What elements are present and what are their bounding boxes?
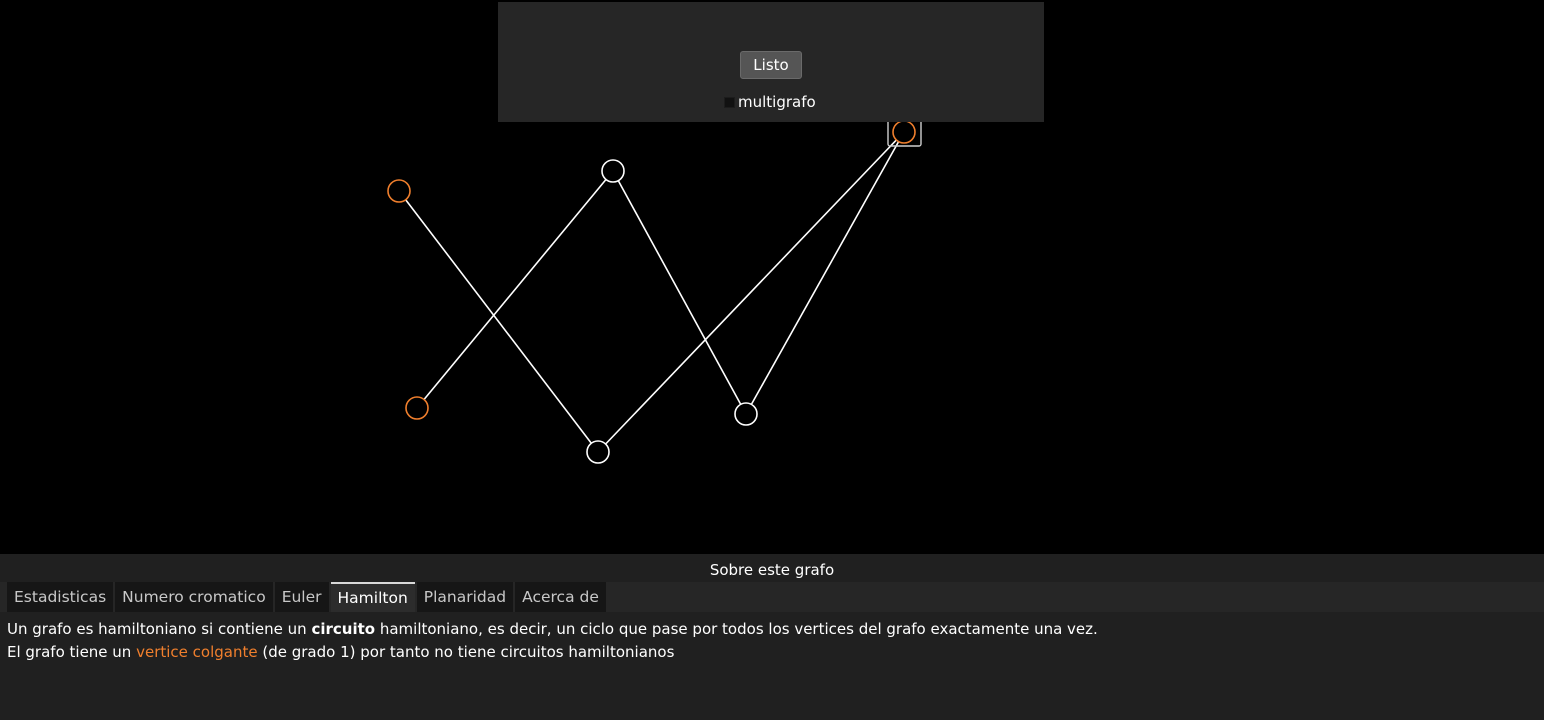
vertex-pendant[interactable]	[387, 179, 411, 203]
definition-bold-term: circuito	[311, 620, 376, 638]
edge[interactable]	[416, 170, 614, 409]
result-text-end: (de grado 1) por tanto no tiene circuito…	[257, 643, 675, 661]
vertex[interactable]	[586, 440, 610, 464]
tab-hamilton[interactable]: Hamilton	[330, 582, 415, 612]
edge[interactable]	[398, 190, 599, 453]
done-button[interactable]: Listo	[740, 51, 802, 79]
vertex-pendant[interactable]	[405, 396, 429, 420]
tab-content: Un grafo es hamiltoniano si contiene un …	[7, 618, 1098, 664]
multigraph-toggle[interactable]: multigrafo	[724, 92, 816, 112]
definition-text-end: hamiltoniano, es decir, un ciclo que pas…	[375, 620, 1098, 638]
vertex-selected[interactable]	[892, 120, 916, 144]
edges	[398, 131, 905, 453]
hamilton-definition: Un grafo es hamiltoniano si contiene un …	[7, 618, 1098, 641]
tab-euler[interactable]: Euler	[274, 582, 329, 612]
vertex[interactable]	[734, 402, 758, 426]
multigraph-checkbox[interactable]	[724, 96, 735, 108]
tab-numero-cromatico[interactable]: Numero cromatico	[115, 582, 273, 612]
pendant-vertex-highlight: vertice colgante	[136, 643, 258, 661]
multigraph-label: multigrafo	[738, 93, 816, 111]
hamilton-result: El grafo tiene un vertice colgante (de g…	[7, 641, 1098, 664]
info-panel: Sobre este grafo Estadisticas Numero cro…	[0, 554, 1544, 720]
tab-estadisticas[interactable]: Estadisticas	[7, 582, 114, 612]
vertices	[387, 115, 922, 464]
tab-planaridad[interactable]: Planaridad	[416, 582, 514, 612]
result-text: El grafo tiene un	[7, 643, 137, 661]
tab-strip: Estadisticas Numero cromatico Euler Hami…	[0, 582, 1544, 612]
edge[interactable]	[612, 170, 747, 415]
vertex[interactable]	[601, 159, 625, 183]
tab-bar: Estadisticas Numero cromatico Euler Hami…	[7, 582, 608, 612]
tab-acerca-de[interactable]: Acerca de	[515, 582, 606, 612]
edit-panel: Listo multigrafo	[498, 2, 1044, 122]
info-panel-title: Sobre este grafo	[709, 561, 835, 579]
definition-text: Un grafo es hamiltoniano si contiene un	[7, 620, 312, 638]
